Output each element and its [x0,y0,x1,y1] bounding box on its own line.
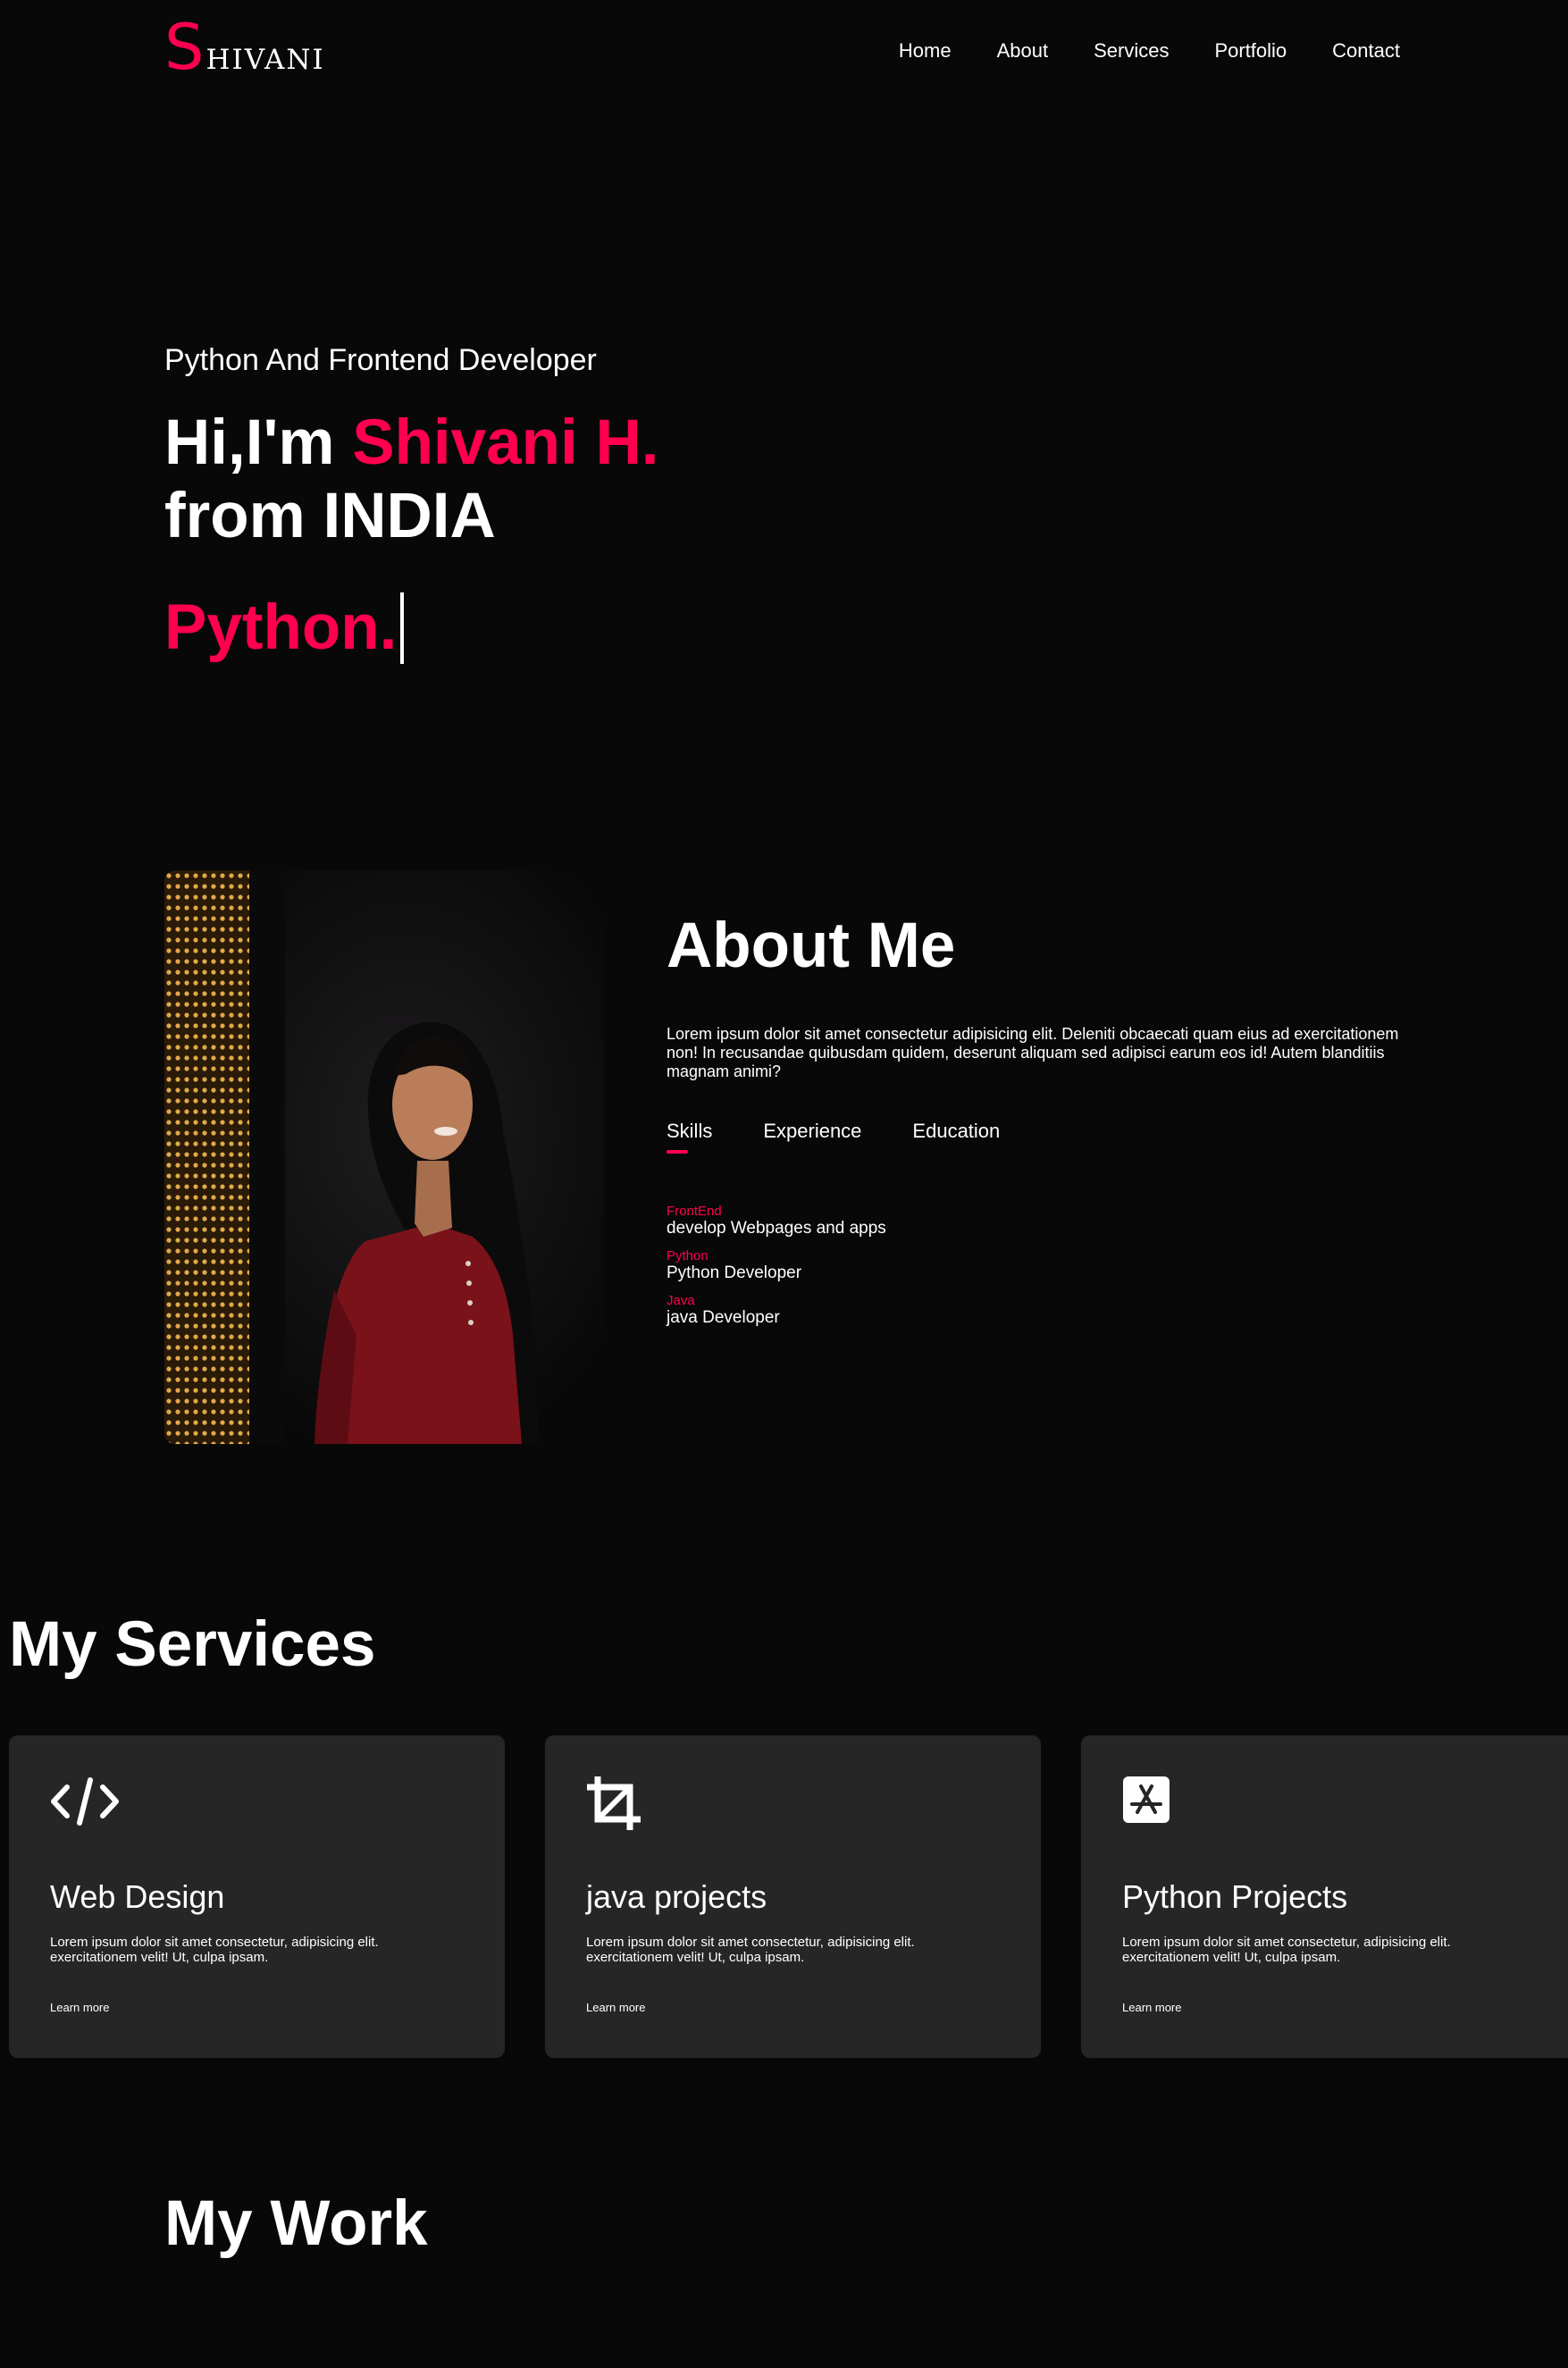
service-card-java-projects[interactable]: java projects Lorem ipsum dolor sit amet… [545,1735,1041,2058]
nav-contact[interactable]: Contact [1332,39,1400,63]
skill-title: FrontEnd [667,1204,722,1219]
nav-services[interactable]: Services [1094,39,1169,63]
logo-initial: S [164,11,205,84]
learn-more-link[interactable]: Learn more [50,2001,109,2014]
nav-about[interactable]: About [997,39,1049,63]
card-text: Lorem ipsum dolor sit amet consectetur, … [50,1935,379,1965]
card-text: Lorem ipsum dolor sit amet consectetur, … [586,1935,915,1965]
skill-desc: java Developer [667,1308,780,1327]
card-title: Python Projects [1122,1878,1348,1915]
skill-desc: Python Developer [667,1264,802,1282]
hero-role: Python And Frontend Developer [164,343,597,377]
list-item: FrontEnd develop Webpages and apps [667,1204,886,1239]
logo[interactable]: S HIVANI [164,16,325,79]
card-text: Lorem ipsum dolor sit amet consectetur, … [1122,1935,1451,1965]
about-tabs: Skills Experience Education [667,1120,1000,1154]
skills-list: FrontEnd develop Webpages and apps Pytho… [667,1204,886,1338]
skill-desc: develop Webpages and apps [667,1219,886,1238]
hero-name: Shivani H. [352,407,659,478]
work-heading: My Work [164,2188,428,2259]
skill-title: Java [667,1293,695,1308]
hero-greeting: Hi,I'm [164,407,353,478]
typing-caret [400,592,405,664]
nav-portfolio[interactable]: Portfolio [1214,39,1287,63]
hero-title: Hi,I'm Shivani H. from INDIA [164,407,658,553]
about-heading: About Me [667,911,956,981]
app-store-icon [1121,1775,1171,1829]
tab-experience[interactable]: Experience [763,1120,861,1143]
crop-icon [585,1775,642,1836]
about-text: Lorem ipsum dolor sit amet consectetur a… [667,1025,1399,1080]
learn-more-link[interactable]: Learn more [1122,2001,1181,2014]
service-card-python-projects[interactable]: Python Projects Lorem ipsum dolor sit am… [1081,1735,1568,2058]
list-item: Java java Developer [667,1293,886,1328]
page: S HIVANI Home About Services Portfolio C… [0,0,1568,2368]
typed-word: Python. [164,592,398,663]
card-title: Web Design [50,1878,225,1915]
tab-skills[interactable]: Skills [667,1120,712,1154]
skill-title: Python [667,1248,709,1264]
main-nav: Home About Services Portfolio Contact [899,39,1400,63]
hero-origin: from INDIA [164,481,496,551]
logo-text: HIVANI [205,44,325,76]
tab-education[interactable]: Education [912,1120,1000,1143]
nav-home[interactable]: Home [899,39,952,63]
list-item: Python Python Developer [667,1248,886,1283]
code-icon [49,1775,121,1833]
card-title: java projects [586,1878,767,1915]
hero-typed-text: Python. [164,592,405,664]
services-heading: My Services [9,1609,376,1680]
learn-more-link[interactable]: Learn more [586,2001,645,2014]
service-card-web-design[interactable]: Web Design Lorem ipsum dolor sit amet co… [9,1735,505,2058]
profile-photo [164,870,604,1444]
